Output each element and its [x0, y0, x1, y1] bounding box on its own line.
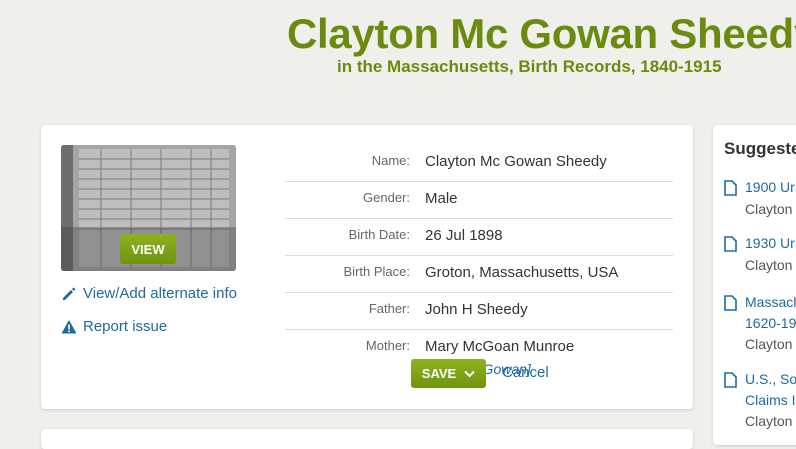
suggested-item-title[interactable]: 1900 Ur [745, 177, 795, 198]
suggested-item-title[interactable]: 1930 Ur [745, 233, 795, 254]
record-image-thumbnail[interactable]: VIEW [61, 145, 236, 271]
suggested-item-title[interactable]: Massach [745, 292, 796, 313]
suggested-item-title[interactable]: U.S., So [745, 369, 796, 390]
suggested-item-title-line2[interactable]: Claims I [745, 390, 796, 411]
secondary-card [41, 429, 693, 449]
report-issue-link[interactable]: Report issue [61, 318, 167, 335]
record-details: Name: Clayton Mc Gowan Sheedy Gender: Ma… [285, 145, 673, 388]
field-label: Father: [368, 301, 410, 316]
document-icon [724, 372, 737, 388]
field-label: Name: [371, 153, 410, 168]
suggested-item-name: Clayton [745, 201, 793, 217]
suggested-item-name: Clayton [745, 336, 793, 352]
field-value: Groton, Massachusetts, USA [425, 264, 619, 281]
warning-icon [61, 319, 77, 333]
field-label: Birth Place: [343, 264, 410, 279]
field-value: John H Sheedy [425, 301, 528, 318]
field-label: Mother: [365, 338, 410, 353]
field-value: Mary McGoan Munroe [425, 338, 575, 355]
suggested-item-name: Clayton [745, 413, 793, 429]
field-row-name: Name: Clayton Mc Gowan Sheedy [285, 145, 673, 182]
view-image-button[interactable]: VIEW [120, 234, 176, 264]
suggested-item-title-line2[interactable]: 1620-19 [745, 313, 796, 334]
view-add-alternate-info-label: View/Add alternate info [83, 285, 237, 302]
field-value: 26 Jul 1898 [425, 227, 503, 244]
chevron-down-icon [464, 370, 475, 377]
suggested-title: Suggeste [724, 139, 796, 158]
page-title: Clayton Mc Gowan Sheedy [287, 10, 796, 57]
document-icon [724, 180, 737, 196]
cancel-link[interactable]: Cancel [502, 364, 549, 381]
field-row-gender: Gender: Male [285, 182, 673, 219]
save-label: SAVE [421, 366, 457, 381]
pencil-icon [63, 287, 76, 300]
field-value: Male [425, 190, 458, 207]
field-row-father: Father: John H Sheedy [285, 293, 673, 330]
collection-subtitle[interactable]: in the Massachusetts, Birth Records, 184… [337, 57, 722, 77]
suggested-item-name: Clayton [745, 257, 793, 273]
suggested-records-panel: Suggeste 1900 Ur Clayton 1930 Ur Clayton… [713, 125, 796, 445]
field-row-birth-place: Birth Place: Groton, Massachusetts, USA [285, 256, 673, 293]
report-issue-label: Report issue [83, 318, 168, 335]
record-card: VIEW View/Add alternate info Report issu… [41, 125, 693, 409]
field-label: Birth Date: [348, 227, 410, 242]
document-icon [724, 236, 737, 252]
field-row-birth-date: Birth Date: 26 Jul 1898 [285, 219, 673, 256]
view-add-alternate-info-link[interactable]: View/Add alternate info [61, 285, 237, 302]
field-label: Gender: [363, 190, 410, 205]
document-icon [724, 295, 737, 311]
save-button[interactable]: SAVE [411, 359, 486, 388]
field-value: Clayton Mc Gowan Sheedy [425, 153, 607, 170]
